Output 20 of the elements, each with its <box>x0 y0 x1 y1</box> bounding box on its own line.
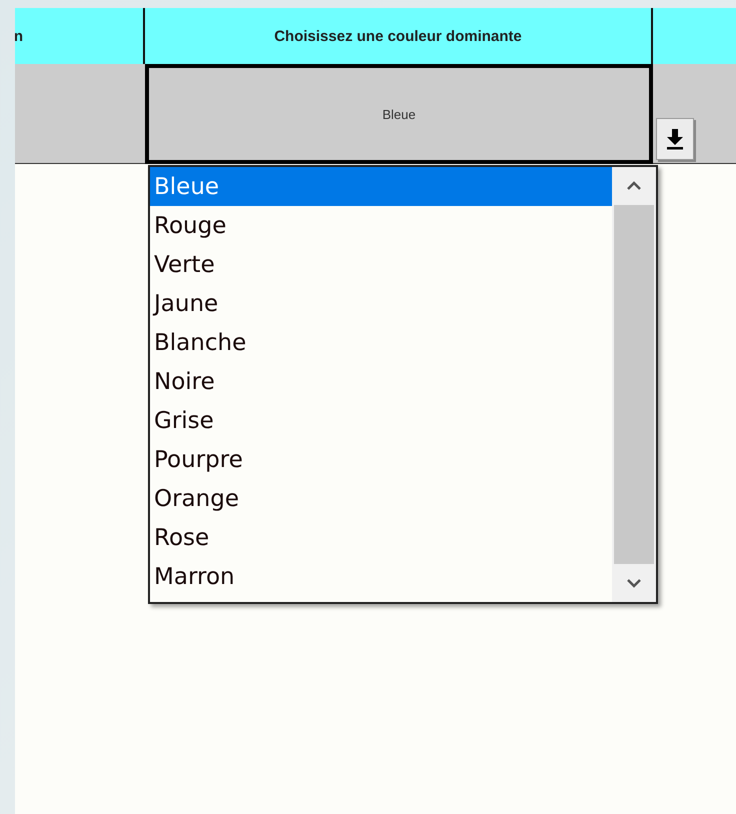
dropdown-option[interactable]: Bleue <box>150 167 612 206</box>
dropdown-option[interactable]: Rouge <box>150 206 612 245</box>
scroll-down-icon[interactable] <box>627 578 641 588</box>
down-arrow-icon <box>666 128 684 150</box>
column-header: Choisissez une couleur dominante <box>145 8 653 64</box>
scrollbar-thumb[interactable] <box>614 205 654 564</box>
dropdown-option[interactable]: Blanche <box>150 323 612 362</box>
dropdown-button[interactable] <box>656 118 694 160</box>
table-cell[interactable]: Bleue <box>145 64 653 164</box>
scrollbar[interactable] <box>612 167 656 602</box>
dropdown-option[interactable]: Grise <box>150 401 612 440</box>
dropdown-option[interactable]: Verte <box>150 245 612 284</box>
dropdown-option[interactable]: Jaune <box>150 284 612 323</box>
dropdown-option[interactable]: Pourpre <box>150 440 612 479</box>
dropdown-option[interactable]: Noire <box>150 362 612 401</box>
dropdown-option[interactable]: Rose <box>150 518 612 557</box>
dropdown-option[interactable]: Marron <box>150 557 612 596</box>
scroll-up-icon[interactable] <box>627 181 641 191</box>
dropdown-option[interactable]: Orange <box>150 479 612 518</box>
column-header: n <box>15 8 145 64</box>
